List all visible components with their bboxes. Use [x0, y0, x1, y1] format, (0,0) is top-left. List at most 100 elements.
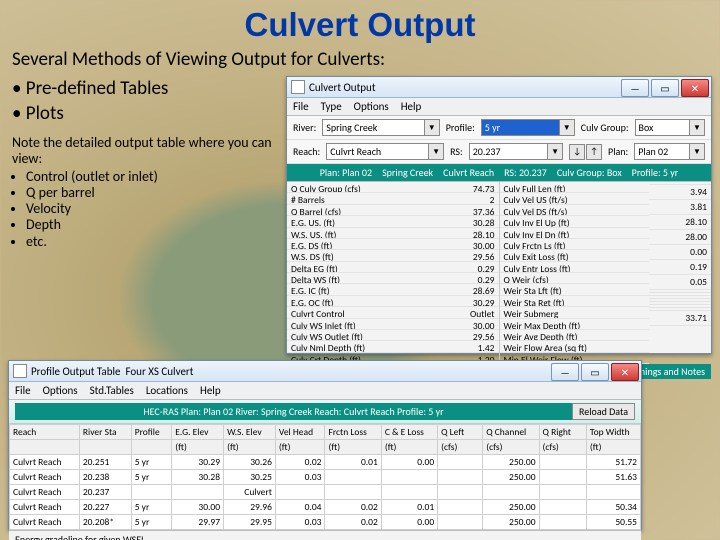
- table-cell: [483, 485, 539, 500]
- chevron-down-icon[interactable]: ▼: [690, 119, 705, 136]
- column-header[interactable]: Q Right: [539, 425, 586, 440]
- titlebar[interactable]: Culvert Output — ▭ ✕: [287, 77, 711, 98]
- table-cell: 50.55: [586, 515, 640, 530]
- grid-label: Delta WS (ft): [287, 273, 436, 284]
- table-row[interactable]: Culvrt Reach20.2515 yr30.2930.260.020.01…: [10, 455, 641, 470]
- window-culvert-output: Culvert Output — ▭ ✕ File Type Options H…: [286, 76, 712, 354]
- table-cell: [539, 455, 586, 470]
- table-row[interactable]: Culvrt Reach20.208*5 yr29.9729.950.030.0…: [10, 515, 641, 530]
- note-item: Q per barrel: [26, 185, 290, 201]
- column-header[interactable]: E.G. Elev: [172, 425, 224, 440]
- profile-field[interactable]: 5 yr: [481, 119, 560, 136]
- culvgroup-label: Culv Group:: [581, 121, 629, 134]
- chevron-down-icon[interactable]: ▼: [560, 119, 575, 136]
- chevron-down-icon[interactable]: ▼: [548, 143, 563, 160]
- grid-label: Culv Inv El Up (ft): [500, 216, 649, 227]
- grid-label: W.S. US. (ft): [287, 228, 436, 239]
- grid-label: Culv Frctn Ls (ft): [500, 239, 649, 250]
- column-header[interactable]: Vel Head: [275, 425, 325, 440]
- column-header[interactable]: Reach: [10, 425, 80, 440]
- grid-value: 30.28: [436, 216, 498, 227]
- grid-value: 28.00: [649, 230, 711, 245]
- column-units: (ft): [325, 440, 381, 455]
- chevron-down-icon[interactable]: ▼: [425, 119, 440, 136]
- table-cell: 0.02: [275, 455, 325, 470]
- plan-label: Plan:: [608, 145, 628, 158]
- reload-button[interactable]: Reload Data: [572, 403, 635, 420]
- table-cell: [438, 455, 483, 470]
- grid-label: Weir Avg Depth (ft): [500, 330, 649, 341]
- note-item: etc.: [26, 234, 290, 250]
- maximize-button[interactable]: ▭: [651, 79, 679, 97]
- grid-label: Culvrt Control: [287, 307, 436, 318]
- reach-field[interactable]: Culvrt Reach: [326, 143, 429, 160]
- rs-field[interactable]: 20.237: [469, 143, 548, 160]
- status-bar: Energy gradeline for given WSEL.: [9, 530, 641, 540]
- grid-value: 0.19: [649, 260, 711, 275]
- maximize-button[interactable]: ▭: [581, 363, 609, 381]
- grid-label: Q Weir (cfs): [500, 273, 649, 284]
- close-button[interactable]: ✕: [611, 363, 639, 381]
- note-block: Note the detailed output table where you…: [12, 135, 290, 250]
- menu-help[interactable]: Help: [200, 384, 221, 397]
- grid-value: 0.05: [649, 275, 711, 290]
- table-row[interactable]: Culvrt Reach20.2275 yr30.0029.960.040.02…: [10, 500, 641, 515]
- rs-label: RS:: [450, 145, 463, 158]
- table-cell: Culvrt Reach: [10, 515, 80, 530]
- column-header[interactable]: Profile: [131, 425, 172, 440]
- arrow-up-icon[interactable]: ↑: [586, 144, 602, 160]
- column-header[interactable]: Q Left: [438, 425, 483, 440]
- table-cell: 250.00: [483, 515, 539, 530]
- culvgroup-field[interactable]: Box: [635, 119, 690, 136]
- grid-label: E.G. DS (ft): [287, 239, 436, 250]
- column-header[interactable]: C & E Loss: [381, 425, 437, 440]
- chevron-down-icon[interactable]: ▼: [690, 143, 705, 160]
- table-cell: 0.03: [275, 470, 325, 485]
- minimize-button[interactable]: —: [621, 79, 649, 97]
- profile-table: ReachRiver StaProfileE.G. ElevW.S. ElevV…: [9, 424, 641, 530]
- close-button[interactable]: ✕: [681, 79, 709, 97]
- arrow-down-icon[interactable]: ↓: [569, 144, 585, 160]
- table-cell: Culvrt Reach: [10, 470, 80, 485]
- column-header[interactable]: River Sta: [79, 425, 131, 440]
- plan-field[interactable]: Plan 02: [634, 143, 690, 160]
- grid-label: E.G. US. (ft): [287, 216, 436, 227]
- menu-options[interactable]: Options: [354, 100, 389, 113]
- menu-type[interactable]: Type: [321, 100, 342, 113]
- table-cell: 51.72: [586, 455, 640, 470]
- note-intro: Note the detailed output table where you…: [12, 135, 290, 167]
- menu-file[interactable]: File: [293, 100, 309, 113]
- grid-value: Outlet: [436, 307, 498, 318]
- table-cell: 250.00: [483, 470, 539, 485]
- menu-locations[interactable]: Locations: [146, 384, 188, 397]
- menu-help[interactable]: Help: [401, 100, 422, 113]
- menu-stdtables[interactable]: Std.Tables: [90, 384, 134, 397]
- grid-value: 29.56: [436, 250, 498, 261]
- menubar: File Options Std.Tables Locations Help: [9, 382, 641, 400]
- grid-label: Culv Entr Loss (ft): [500, 262, 649, 273]
- table-cell: [131, 485, 172, 500]
- river-field[interactable]: Spring Creek: [322, 119, 424, 136]
- grid-label: Culv Vel US (ft/s): [500, 193, 649, 204]
- column-header[interactable]: W.S. Elev: [224, 425, 276, 440]
- grid-label: Weir Submerg: [500, 307, 649, 318]
- grid-value: 1.42: [436, 341, 498, 352]
- titlebar[interactable]: Profile Output Table Four XS Culvert — ▭…: [9, 361, 641, 382]
- grid-label: Culv Full Len (ft): [500, 182, 649, 193]
- menu-options[interactable]: Options: [43, 384, 78, 397]
- chevron-down-icon[interactable]: ▼: [429, 143, 444, 160]
- table-cell: 30.25: [224, 470, 276, 485]
- grid-label: Culv Exit Loss (ft): [500, 250, 649, 261]
- column-units: (ft): [224, 440, 276, 455]
- menu-file[interactable]: File: [15, 384, 31, 397]
- column-units: [10, 440, 80, 455]
- note-item: Velocity: [26, 201, 290, 217]
- column-header[interactable]: Q Channel: [483, 425, 539, 440]
- column-header[interactable]: Top Width: [586, 425, 640, 440]
- grid-col-left-labels: Q Culv Group (cfs)# BarrelsQ Barrel (cfs…: [287, 182, 436, 364]
- table-row[interactable]: Culvrt Reach20.2385 yr30.2830.250.03250.…: [10, 470, 641, 485]
- table-cell: 250.00: [483, 455, 539, 470]
- table-row[interactable]: Culvrt Reach20.237Culvert: [10, 485, 641, 500]
- minimize-button[interactable]: —: [551, 363, 579, 381]
- column-header[interactable]: Frctn Loss: [325, 425, 381, 440]
